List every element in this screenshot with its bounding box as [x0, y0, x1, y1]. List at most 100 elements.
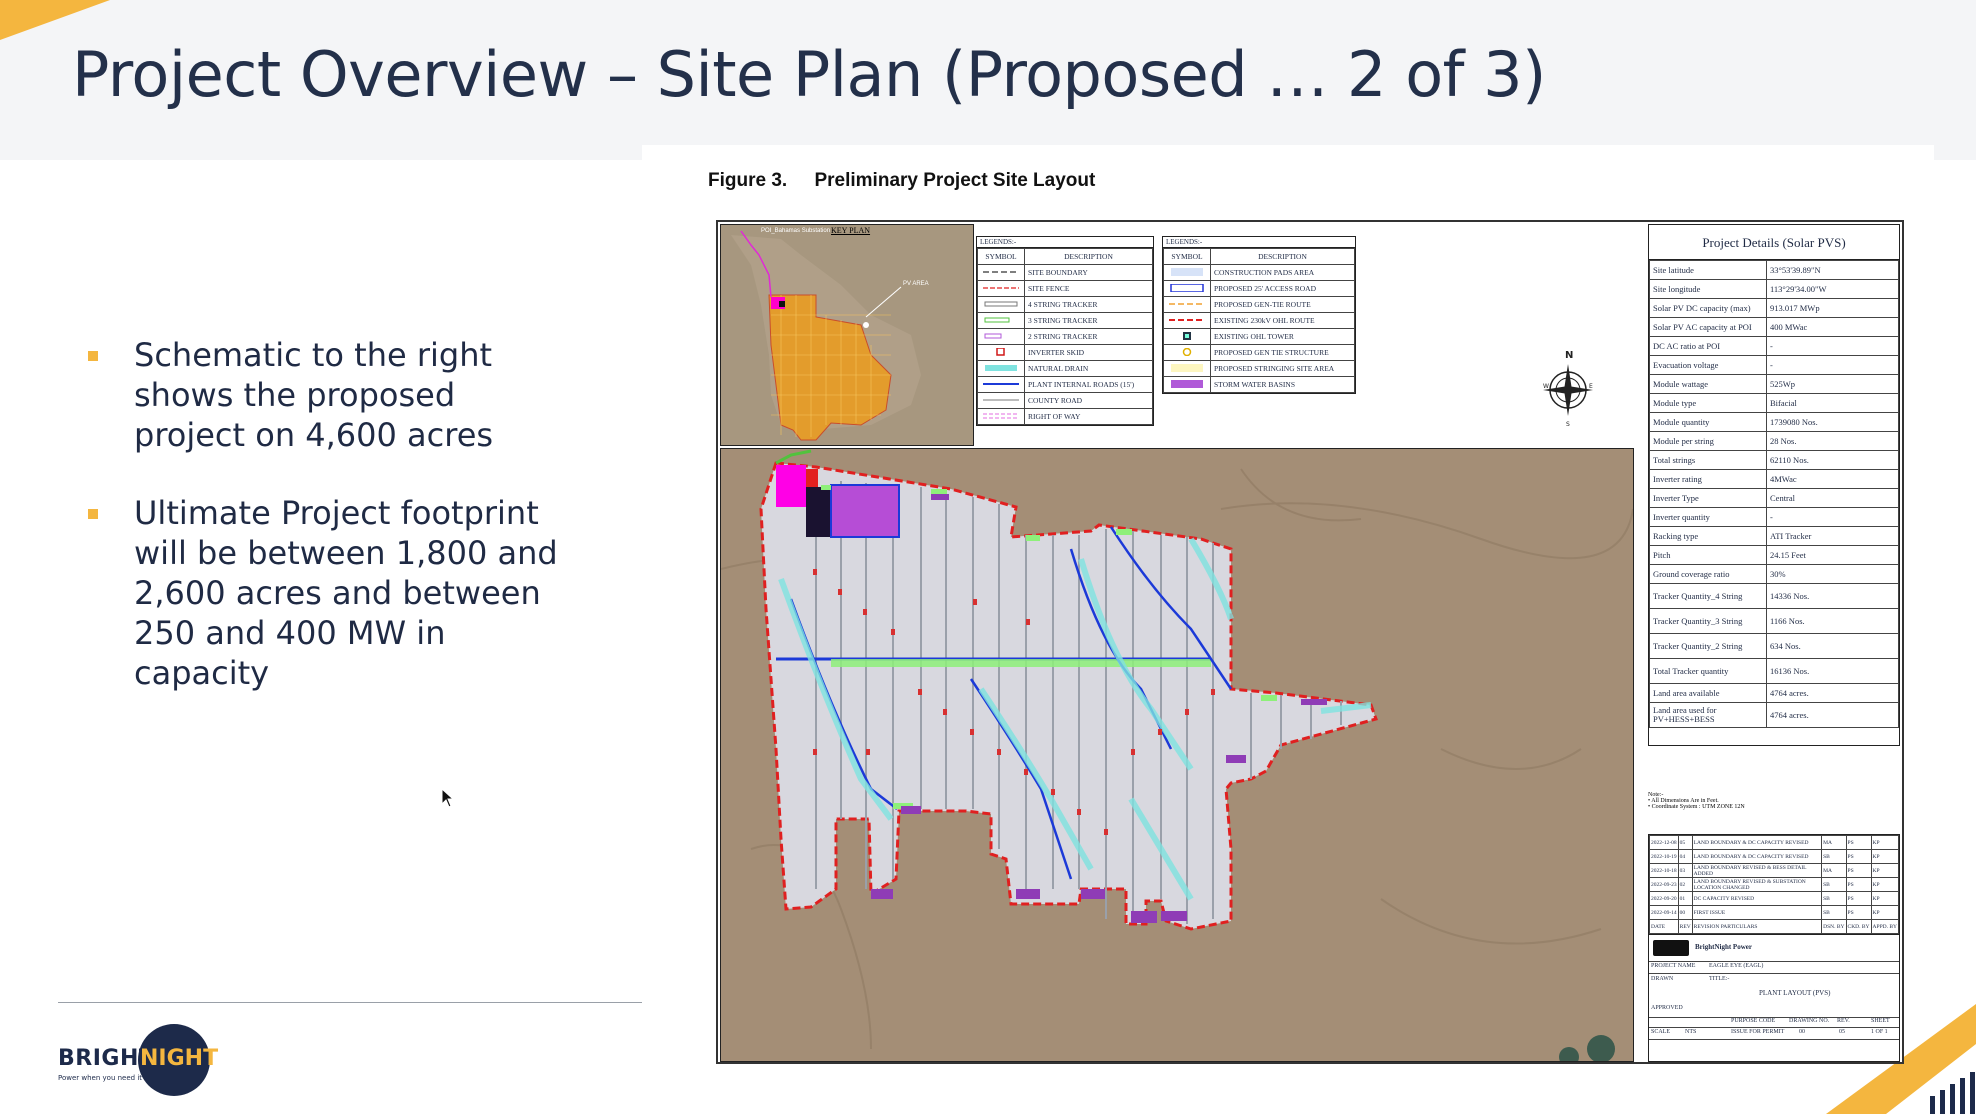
tb-drawn: DRAWN — [1651, 976, 1674, 982]
bullet-item: Ultimate Project footprint will be betwe… — [84, 493, 564, 693]
figure-caption: Figure 3. Preliminary Project Site Layou… — [708, 170, 1095, 192]
key-plan: KEY PLAN POI_Bahamas Substation PV AREA — [720, 224, 974, 446]
tb-values-row: SCALE NTS ISSUE FOR PERMIT 00 05 1 OF 1 — [1649, 1027, 1899, 1040]
detail-label: Inverter quantity — [1649, 507, 1767, 527]
tb-scale: NTS — [1685, 1029, 1697, 1035]
logo-tagline: Power when you need it — [58, 1074, 143, 1082]
legend-col-desc: DESCRIPTION — [1024, 248, 1153, 265]
rev-dsn: SB — [1821, 891, 1847, 906]
drawing-notes: Note:- • All Dimensions Are in Feet. • C… — [1648, 792, 1898, 810]
rev-ckd: PS — [1845, 877, 1872, 892]
detail-label: Solar PV DC capacity (max) — [1649, 298, 1767, 318]
detail-label: Tracker Quantity_3 String — [1649, 608, 1767, 634]
legend-item: PROPOSED GEN-TIE ROUTE — [1210, 296, 1355, 313]
rev-ckd: PS — [1845, 905, 1872, 920]
rev-ckd: PS — [1845, 849, 1872, 864]
rev-appd: KP — [1870, 905, 1900, 920]
bullet-list: Schematic to the right shows the propose… — [84, 335, 564, 731]
detail-label: Ground coverage ratio — [1649, 564, 1767, 584]
legend-item: COUNTY ROAD — [1024, 392, 1153, 409]
bullet-item: Schematic to the right shows the propose… — [84, 335, 564, 455]
rev-desc: LAND BOUNDARY & DC CAPACITY REVISED — [1691, 849, 1823, 864]
mouse-cursor-icon — [441, 788, 455, 808]
tb-logo — [1653, 940, 1689, 956]
legend-item: CONSTRUCTION PADS AREA — [1210, 264, 1355, 281]
rev-header: CKD. BY — [1845, 919, 1872, 934]
detail-label: Site longitude — [1649, 279, 1767, 299]
detail-label: Tracker Quantity_4 String — [1649, 583, 1767, 609]
tb-project-name: EAGLE EYE (EAGL) — [1709, 963, 1764, 969]
bullet-marker — [88, 351, 98, 361]
rev-appd: KP — [1870, 891, 1900, 906]
detail-label: Inverter Type — [1649, 488, 1767, 508]
legend-item: RIGHT OF WAY — [1024, 408, 1153, 425]
detail-value: Bifacial — [1766, 393, 1899, 413]
detail-value: 4764 acres. — [1766, 683, 1899, 703]
detail-value: 16136 Nos. — [1766, 658, 1899, 684]
figure-title: Preliminary Project Site Layout — [814, 170, 1096, 191]
legend-item: PLANT INTERNAL ROADS (15') — [1024, 376, 1153, 393]
rev-desc: DC CAPACITY REVISED — [1691, 891, 1823, 906]
tb-company: BrightNight Power — [1695, 943, 1752, 951]
revision-table: 2022-12-08 05 LAND BOUNDARY & DC CAPACITY … — [1648, 834, 1900, 935]
tb-sheet-label: SHEET — [1871, 1018, 1890, 1024]
detail-value: 1739080 Nos. — [1766, 412, 1899, 432]
detail-label: Module wattage — [1649, 374, 1767, 394]
project-details-heading: Project Details (Solar PVS) — [1649, 225, 1899, 260]
legend-left: LEGENDS:- SYMBOL DESCRIPTION SITE BOUNDAR… — [976, 236, 1154, 426]
legend-col-symbol: SYMBOL — [977, 248, 1025, 265]
slide-title: Project Overview – Site Plan (Proposed …… — [72, 38, 1546, 111]
site-plan-svg — [721, 449, 1633, 1061]
bullet-text: Ultimate Project footprint will be betwe… — [134, 494, 558, 692]
detail-value: 4MWac — [1766, 469, 1899, 489]
project-details-rows: Site latitude 33°53'39.89"N Site longitud… — [1649, 260, 1899, 728]
detail-label: Total strings — [1649, 450, 1767, 470]
rev-date: 2022-09-14 — [1649, 905, 1679, 920]
detail-label: Total Tracker quantity — [1649, 658, 1767, 684]
tb-purpose-label: PURPOSE CODE — [1731, 1018, 1776, 1024]
detail-label: Site latitude — [1649, 260, 1767, 280]
legend-heading: LEGENDS:- — [977, 237, 1153, 248]
rev-dsn: MA — [1821, 835, 1847, 850]
rev-appd: KP — [1870, 849, 1900, 864]
key-plan-map — [721, 225, 973, 445]
drawing-title-block: BrightNight Power PROJECT NAME EAGLE EYE… — [1648, 934, 1900, 1062]
north-arrow-icon: N W E S — [1543, 350, 1593, 428]
detail-label: DC AC ratio at POI — [1649, 336, 1767, 356]
rev-dsn: SB — [1821, 877, 1847, 892]
legend-item: NATURAL DRAIN — [1024, 360, 1153, 377]
detail-label: Solar PV AC capacity at POI — [1649, 317, 1767, 337]
detail-label: Module per string — [1649, 431, 1767, 451]
tb-sheet: 1 OF 1 — [1871, 1029, 1888, 1035]
rev-no: 02 — [1677, 877, 1693, 892]
rev-desc: LAND BOUNDARY REVISED & SUBSTATION LOCAT… — [1691, 877, 1823, 892]
compass-n: N — [1565, 350, 1573, 361]
rev-date: 2022-12-08 — [1649, 835, 1679, 850]
site-plan-map — [720, 448, 1634, 1062]
rev-date: 2022-10-19 — [1649, 849, 1679, 864]
legend-item: PROPOSED 25' ACCESS ROAD — [1210, 280, 1355, 297]
rev-dsn: SB — [1821, 905, 1847, 920]
detail-value: 913.017 MWp — [1766, 298, 1899, 318]
tb-drawing-label: DRAWING NO. — [1789, 1018, 1830, 1024]
slide-header: Project Overview – Site Plan (Proposed …… — [0, 0, 1976, 160]
detail-label: Module quantity — [1649, 412, 1767, 432]
detail-value: 24.15 Feet — [1766, 545, 1899, 565]
legend-item: SITE BOUNDARY — [1024, 264, 1153, 281]
detail-value: 113°29'34.00"W — [1766, 279, 1899, 299]
figure-number: Figure 3. — [708, 170, 788, 191]
rev-no: 01 — [1677, 891, 1693, 906]
tb-approved: APPROVED — [1651, 1005, 1683, 1011]
rev-ckd: PS — [1845, 835, 1872, 850]
rev-desc: LAND BOUNDARY & DC CAPACITY REVISED — [1691, 835, 1823, 850]
rev-ckd: PS — [1845, 863, 1872, 878]
rev-date: 2022-09-20 — [1649, 891, 1679, 906]
detail-value: - — [1766, 336, 1899, 356]
tb-drawing-no: 00 — [1799, 1029, 1805, 1035]
compass-e: E — [1589, 383, 1593, 390]
detail-value: 33°53'39.89"N — [1766, 260, 1899, 280]
rev-ckd: PS — [1845, 891, 1872, 906]
detail-label: Module type — [1649, 393, 1767, 413]
detail-label: Land area used for PV+HESS+BESS — [1649, 702, 1767, 728]
project-details-table: Project Details (Solar PVS) Site latitud… — [1648, 224, 1900, 746]
